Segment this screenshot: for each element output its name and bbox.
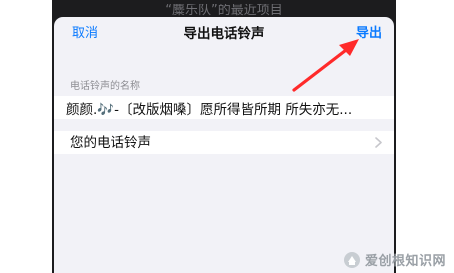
export-button[interactable]: 导出 — [356, 26, 382, 42]
your-ringtones-row[interactable]: 您的电话铃声 — [54, 131, 394, 154]
chevron-right-icon — [375, 137, 382, 148]
navigation-bar: 取消 导出电话铃声 导出 — [54, 17, 394, 51]
export-ringtone-sheet: 取消 导出电话铃声 导出 电话铃声的名称 您的电话铃声 — [54, 17, 394, 273]
screen: “麋乐队”的最近项目 取消 导出电话铃声 导出 电话铃声的名称 您的电话铃声 爱… — [0, 0, 454, 273]
ringtone-name-section-label: 电话铃声的名称 — [70, 81, 140, 92]
your-ringtones-label: 您的电话铃声 — [70, 135, 151, 151]
watermark-logo-icon — [343, 251, 360, 268]
background-title: “麋乐队”的最近项目 — [165, 4, 283, 18]
watermark: 爱创根知识网 — [343, 250, 446, 269]
page-title: 导出电话铃声 — [183, 26, 265, 42]
watermark-text: 爱创根知识网 — [364, 254, 446, 269]
ringtone-name-field[interactable] — [66, 99, 388, 117]
ringtone-name-row — [54, 96, 394, 119]
